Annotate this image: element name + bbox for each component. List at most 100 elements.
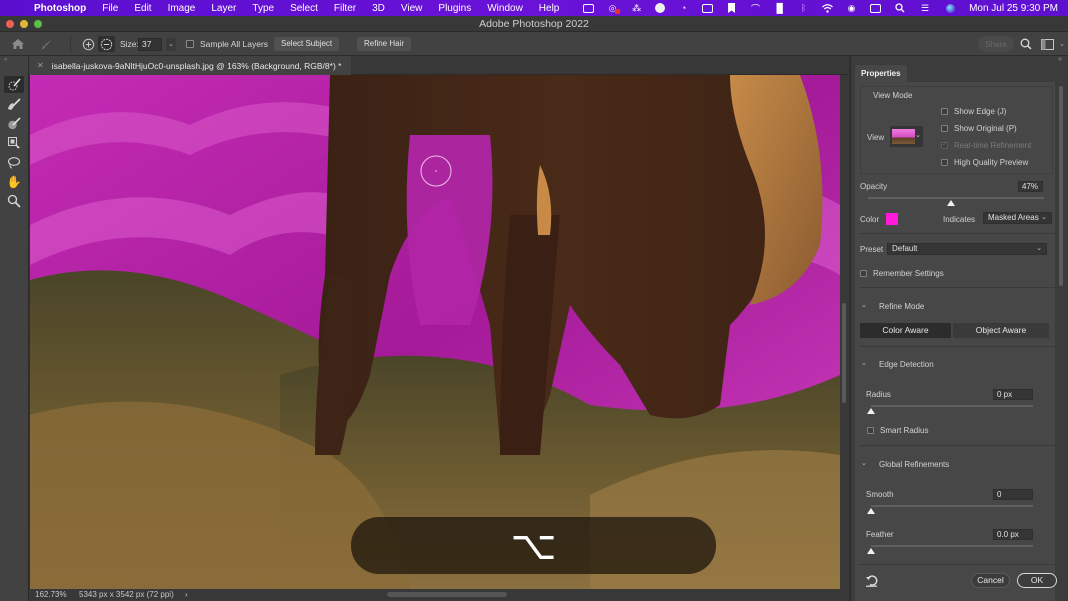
properties-tab[interactable]: Properties bbox=[855, 65, 907, 82]
indicates-dropdown[interactable]: Masked Areas ⌄ bbox=[983, 212, 1052, 224]
global-refinements-heading[interactable]: Global Refinements bbox=[879, 460, 949, 469]
refine-hair-button[interactable]: Refine Hair bbox=[357, 37, 412, 51]
select-subject-button[interactable]: Select Subject bbox=[274, 37, 340, 51]
add-to-selection-button[interactable] bbox=[82, 37, 95, 51]
bluetooth-icon[interactable]: ᛒ bbox=[798, 3, 809, 13]
workspace-button[interactable]: ⌄ bbox=[1041, 37, 1065, 51]
battery-icon[interactable] bbox=[870, 3, 882, 13]
subtract-from-selection-button[interactable] bbox=[98, 36, 115, 52]
menu-app-photoshop[interactable]: Photoshop bbox=[34, 3, 86, 14]
size-input[interactable]: 37 bbox=[138, 37, 162, 51]
refine-mode-chevron-icon[interactable]: ⌄ bbox=[861, 301, 867, 309]
smooth-slider-thumb[interactable] bbox=[867, 508, 875, 514]
panel-expand-icon[interactable]: » bbox=[4, 57, 7, 63]
properties-scrollbar[interactable] bbox=[1057, 82, 1065, 572]
realtime-refinement-label: Real-time Refinement bbox=[954, 141, 1032, 150]
screen-record-icon[interactable] bbox=[583, 3, 595, 13]
menu-type[interactable]: Type bbox=[252, 3, 274, 14]
object-aware-button[interactable]: Object Aware bbox=[953, 323, 1049, 338]
dropbox-icon[interactable]: ⁂ bbox=[631, 3, 642, 13]
share-button[interactable]: Share bbox=[978, 36, 1014, 52]
properties-scroll-thumb[interactable] bbox=[1059, 86, 1063, 286]
menu-view[interactable]: View bbox=[401, 3, 423, 14]
reset-button[interactable] bbox=[865, 574, 879, 592]
ok-button[interactable]: OK bbox=[1017, 573, 1057, 588]
show-original-checkbox[interactable] bbox=[941, 125, 948, 132]
gauge-icon[interactable]: ⌒ bbox=[750, 4, 761, 14]
sample-all-layers-check[interactable] bbox=[186, 40, 194, 48]
menu-bar-clock[interactable]: Mon Jul 25 9:30 PM bbox=[969, 3, 1058, 14]
tool-preset-picker[interactable] bbox=[40, 37, 54, 51]
menu-filter[interactable]: Filter bbox=[334, 3, 356, 14]
document-canvas[interactable] bbox=[30, 75, 840, 589]
global-refinements-chevron-icon[interactable]: ⌄ bbox=[861, 459, 867, 467]
object-selection-tool[interactable] bbox=[4, 134, 24, 151]
sync-icon[interactable]: ◔ bbox=[678, 3, 689, 13]
wifi-icon[interactable] bbox=[822, 3, 833, 13]
hand-tool[interactable]: ✋ bbox=[4, 173, 24, 190]
zoom-level[interactable]: 162.73% bbox=[35, 590, 67, 599]
screen-share-icon[interactable] bbox=[702, 3, 714, 13]
preset-dropdown[interactable]: Default ⌄ bbox=[887, 243, 1047, 255]
object-brush-icon bbox=[8, 116, 21, 129]
opacity-slider-track[interactable] bbox=[868, 197, 1044, 199]
edge-detection-heading[interactable]: Edge Detection bbox=[879, 360, 934, 369]
object-selection-brush-tool[interactable] bbox=[4, 115, 24, 132]
siri-icon[interactable] bbox=[945, 3, 956, 13]
options-bar: Size: 37 ⌄ Sample All Layers Select Subj… bbox=[0, 32, 1068, 56]
creative-cloud-icon[interactable]: ◎ bbox=[607, 3, 621, 14]
search-button[interactable] bbox=[1020, 37, 1032, 51]
edge-detection-chevron-icon[interactable]: ⌄ bbox=[861, 359, 867, 367]
size-dropdown-chevron-icon[interactable]: ⌄ bbox=[166, 37, 176, 51]
control-center-icon[interactable]: ☰ bbox=[918, 3, 932, 13]
feather-input[interactable]: 0.0 px bbox=[993, 529, 1033, 540]
show-edge-checkbox[interactable] bbox=[941, 108, 948, 115]
high-quality-preview-checkbox[interactable] bbox=[941, 159, 948, 166]
status-menu-arrow-icon[interactable]: › bbox=[185, 590, 188, 599]
section-divider bbox=[859, 287, 1055, 288]
smooth-input[interactable]: 0 bbox=[993, 489, 1033, 500]
menu-layer[interactable]: Layer bbox=[211, 3, 236, 14]
menu-help[interactable]: Help bbox=[539, 3, 560, 14]
scroll-icon[interactable] bbox=[655, 3, 666, 13]
brush-tool[interactable] bbox=[4, 96, 24, 113]
opacity-slider-thumb[interactable] bbox=[946, 200, 955, 206]
canvas-horizontal-scrollbar[interactable] bbox=[387, 592, 507, 597]
smart-radius-checkbox[interactable] bbox=[867, 427, 874, 434]
panel-collapse-icon[interactable]: » bbox=[1058, 56, 1062, 63]
menu-3d[interactable]: 3D bbox=[372, 3, 385, 14]
document-tab[interactable]: ✕ isabella-juskova-9aNltHjuOc0-unsplash.… bbox=[29, 56, 352, 75]
refine-edge-brush-tool[interactable] bbox=[4, 76, 24, 93]
canvas-vertical-scrollbar[interactable] bbox=[840, 75, 849, 589]
menu-file[interactable]: File bbox=[102, 3, 118, 14]
view-mode-picker[interactable]: ⌄ bbox=[890, 126, 923, 147]
home-button[interactable] bbox=[11, 37, 25, 51]
sample-all-layers-checkbox[interactable]: Sample All Layers bbox=[186, 37, 268, 51]
close-document-icon[interactable]: ✕ bbox=[37, 61, 44, 70]
feather-slider-thumb[interactable] bbox=[867, 548, 875, 554]
menu-edit[interactable]: Edit bbox=[134, 3, 151, 14]
cancel-button[interactable]: Cancel bbox=[971, 573, 1010, 588]
color-aware-button[interactable]: Color Aware bbox=[860, 323, 951, 338]
lasso-tool[interactable] bbox=[4, 154, 24, 171]
vertical-scroll-thumb[interactable] bbox=[842, 303, 846, 403]
feather-slider-track[interactable] bbox=[871, 545, 1033, 547]
overlay-color-swatch[interactable] bbox=[886, 213, 898, 225]
menu-image[interactable]: Image bbox=[168, 3, 196, 14]
search-icon[interactable] bbox=[894, 3, 905, 13]
radius-slider-track[interactable] bbox=[871, 405, 1033, 407]
zoom-tool[interactable] bbox=[4, 192, 24, 209]
menu-select[interactable]: Select bbox=[290, 3, 318, 14]
user-icon[interactable]: ◉ bbox=[846, 3, 857, 13]
smooth-slider-track[interactable] bbox=[871, 505, 1033, 507]
grid-icon[interactable]: ▐▌ bbox=[773, 3, 786, 13]
bookmark-icon[interactable] bbox=[726, 3, 737, 13]
remember-settings-checkbox[interactable] bbox=[860, 270, 867, 277]
radius-input[interactable]: 0 px bbox=[993, 389, 1033, 400]
refine-mode-heading[interactable]: Refine Mode bbox=[879, 302, 924, 311]
radius-slider-thumb[interactable] bbox=[867, 408, 875, 414]
opacity-input[interactable]: 47% bbox=[1018, 181, 1043, 192]
menu-window[interactable]: Window bbox=[487, 3, 523, 14]
menu-plugins[interactable]: Plugins bbox=[438, 3, 471, 14]
zoom-icon bbox=[7, 194, 21, 208]
